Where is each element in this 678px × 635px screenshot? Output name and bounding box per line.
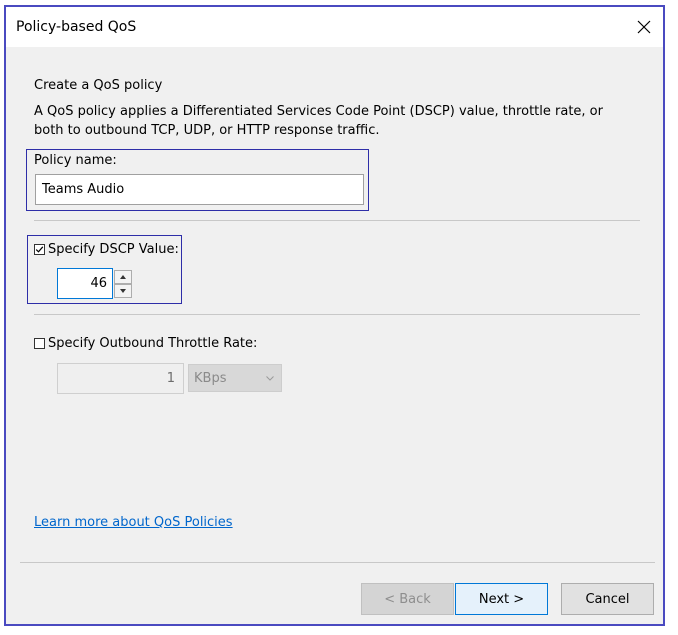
- policy-name-input[interactable]: Teams Audio: [35, 174, 364, 205]
- back-button[interactable]: < Back: [361, 583, 454, 615]
- separator: [20, 562, 655, 563]
- policy-name-label: Policy name:: [34, 153, 117, 168]
- cancel-button[interactable]: Cancel: [561, 583, 654, 615]
- title-bar: Policy-based QoS: [6, 7, 663, 47]
- close-button[interactable]: [631, 14, 657, 40]
- spin-down-icon: [120, 289, 126, 293]
- throttle-rate-input: 1: [57, 363, 184, 394]
- dscp-checkbox[interactable]: [34, 244, 45, 255]
- policy-description: A QoS policy applies a Differentiated Se…: [34, 104, 603, 138]
- throttle-unit-select: KBps: [188, 364, 282, 392]
- throttle-unit-value: KBps: [194, 371, 227, 386]
- throttle-label: Specify Outbound Throttle Rate:: [48, 336, 258, 351]
- spin-up-icon: [120, 275, 126, 279]
- checkmark-icon: [35, 246, 44, 253]
- dscp-value: 46: [90, 276, 107, 291]
- throttle-rate-value: 1: [166, 371, 175, 386]
- dscp-spin-up[interactable]: [114, 270, 132, 284]
- close-icon: [637, 20, 651, 34]
- separator: [34, 220, 640, 221]
- next-button[interactable]: Next >: [455, 583, 548, 615]
- dialog-window: Policy-based QoS Create a QoS policy A Q…: [4, 5, 665, 626]
- chevron-down-icon: [266, 376, 274, 381]
- section-heading: Create a QoS policy: [34, 78, 163, 93]
- dscp-spin-down[interactable]: [114, 284, 132, 298]
- dscp-label: Specify DSCP Value:: [48, 242, 179, 257]
- learn-more-link[interactable]: Learn more about QoS Policies: [34, 515, 233, 530]
- dscp-value-input[interactable]: 46: [57, 268, 113, 299]
- policy-name-value: Teams Audio: [42, 182, 125, 197]
- window-title: Policy-based QoS: [16, 19, 137, 35]
- separator: [34, 314, 640, 315]
- throttle-checkbox[interactable]: [34, 338, 45, 349]
